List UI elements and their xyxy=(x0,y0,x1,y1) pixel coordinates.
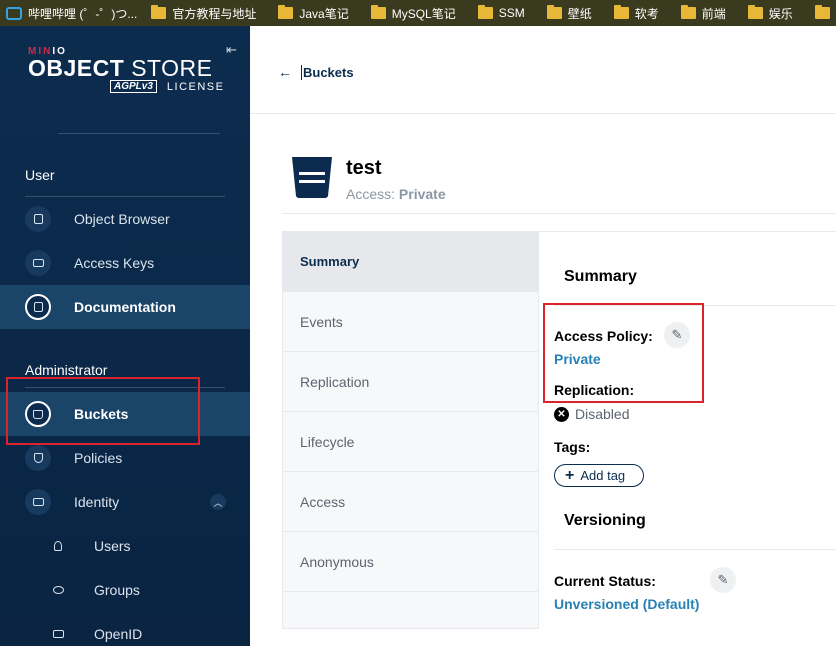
bookmark-folder[interactable]: 娱乐 xyxy=(747,5,793,22)
add-tag-button[interactable]: + Add tag xyxy=(554,464,644,487)
collapse-sidebar-icon[interactable]: ⇤ xyxy=(226,42,237,58)
back-to-buckets-link[interactable]: Buckets xyxy=(301,65,354,80)
sidebar-item-users[interactable]: Users xyxy=(0,524,250,568)
policies-icon xyxy=(25,445,51,471)
bucket-tabs: Summary Events Replication Lifecycle Acc… xyxy=(282,231,539,629)
highlight-buckets xyxy=(6,377,200,445)
back-arrow-icon[interactable]: ← xyxy=(278,64,292,80)
current-status-value[interactable]: Unversioned (Default) xyxy=(554,596,699,612)
divider xyxy=(554,549,836,550)
documentation-icon xyxy=(25,294,51,320)
edit-versioning-button[interactable]: ✎ xyxy=(710,567,736,593)
bookmarks-bar: 哔哩哔哩 (゜-゜)つ... 官方教程与地址 Java笔记 MySQL笔记 SS… xyxy=(0,0,836,26)
highlight-access-policy xyxy=(543,303,704,403)
minio-logo[interactable]: MINIO OBJECT STORE AGPLv3 LICENSE xyxy=(28,46,228,93)
tags-label: Tags: xyxy=(554,439,591,455)
sidebar-item-access-keys[interactable]: Access Keys xyxy=(0,241,250,285)
agpl-badge: AGPLv3 xyxy=(110,80,157,93)
access-keys-icon xyxy=(25,250,51,276)
bookmark-folder[interactable]: MySQL笔记 xyxy=(370,5,456,22)
sidebar-item-groups[interactable]: Groups xyxy=(0,568,250,612)
bilibili-icon xyxy=(6,6,22,20)
folder-icon xyxy=(546,5,562,19)
bookmark-folder[interactable]: 壁纸 xyxy=(546,5,592,22)
groups-icon xyxy=(45,577,71,603)
bucket-access: Access: Private xyxy=(346,186,446,202)
summary-panel: Summary Access Policy: ✎ Private Replica… xyxy=(538,231,836,629)
tab-summary[interactable]: Summary xyxy=(283,232,538,292)
folder-icon xyxy=(151,5,167,19)
openid-icon xyxy=(45,621,71,647)
tab-access[interactable]: Access xyxy=(283,472,538,532)
user-section-heading: User xyxy=(25,167,55,183)
bucket-icon xyxy=(292,157,332,198)
plus-icon: + xyxy=(565,466,575,484)
folder-icon xyxy=(680,5,696,19)
chevron-up-icon[interactable]: ︿ xyxy=(210,494,226,510)
tab-replication[interactable]: Replication xyxy=(283,352,538,412)
current-status-label: Current Status: xyxy=(554,573,656,589)
folder-icon xyxy=(613,5,629,19)
identity-icon xyxy=(25,489,51,515)
divider xyxy=(58,133,220,134)
folder-icon xyxy=(278,5,294,19)
sidebar: MINIO OBJECT STORE AGPLv3 LICENSE ⇤ User… xyxy=(0,26,250,646)
bookmark-folder[interactable]: 软考 xyxy=(613,5,659,22)
folder-icon xyxy=(747,5,763,19)
bookmark-folder[interactable]: Java笔记 xyxy=(278,5,349,22)
summary-title: Summary xyxy=(564,268,637,285)
sidebar-item-identity[interactable]: Identity ︿ xyxy=(0,480,250,524)
user-icon xyxy=(45,533,71,559)
tab-events[interactable]: Events xyxy=(283,292,538,352)
object-browser-icon xyxy=(25,206,51,232)
folder-icon xyxy=(814,5,830,19)
bucket-name: test xyxy=(346,157,382,179)
tab-anonymous[interactable]: Anonymous xyxy=(283,532,538,592)
administrator-section-heading: Administrator xyxy=(25,362,108,378)
tab-lifecycle[interactable]: Lifecycle xyxy=(283,412,538,472)
divider xyxy=(282,213,836,214)
folder-icon xyxy=(477,5,493,19)
bookmark-bilibili[interactable]: 哔哩哔哩 (゜-゜)つ... xyxy=(6,5,137,22)
bookmark-folder[interactable]: 官方教程与地址 xyxy=(151,5,256,22)
replication-status: ✕ Disabled xyxy=(554,406,629,422)
bucket-header: test Access: Private xyxy=(290,155,836,213)
folder-icon xyxy=(370,5,386,19)
bookmark-folder[interactable]: 前端 xyxy=(680,5,726,22)
page-header: ← Buckets xyxy=(250,26,836,114)
sidebar-item-object-browser[interactable]: Object Browser xyxy=(0,197,250,241)
sidebar-item-openid[interactable]: OpenID xyxy=(0,612,250,656)
sidebar-item-documentation[interactable]: Documentation xyxy=(0,285,250,329)
bookmark-folder[interactable]: 数据 xyxy=(814,5,836,22)
x-circle-icon: ✕ xyxy=(554,406,569,422)
versioning-title: Versioning xyxy=(564,512,646,529)
bookmark-folder[interactable]: SSM xyxy=(477,5,525,20)
